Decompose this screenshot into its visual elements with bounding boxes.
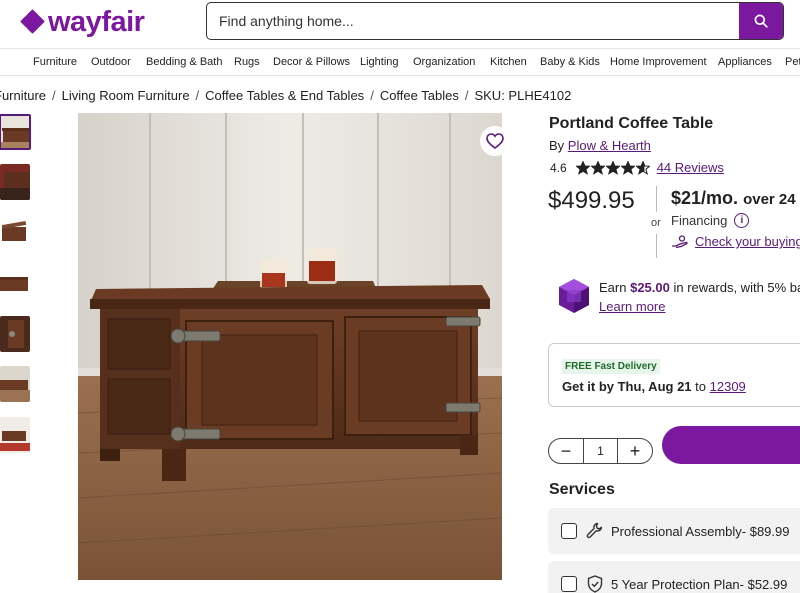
monthly-term: over 24	[743, 191, 796, 208]
nav-item-furniture[interactable]: Furniture	[33, 56, 77, 68]
learn-more-link[interactable]: Learn more	[599, 299, 665, 314]
star-icon	[605, 160, 620, 175]
service-checkbox[interactable]	[561, 576, 577, 592]
free-delivery-badge: FREE Fast Delivery	[562, 359, 660, 374]
nav-item-lighting[interactable]: Lighting	[360, 56, 399, 68]
rewards-rest: in rewards, with 5% bac	[673, 280, 800, 295]
rating-value: 4.6	[550, 160, 567, 175]
header: wayfair	[0, 0, 800, 48]
breadcrumb-sku: SKU: PLHE4102	[474, 88, 572, 103]
search-button[interactable]	[739, 3, 783, 39]
monthly-price: $21/mo. over 24	[671, 188, 796, 209]
thumbnail-2[interactable]	[0, 164, 30, 200]
delivery-date: Get it by Thu, Aug 21 to 12309	[562, 379, 746, 394]
breadcrumb-item[interactable]: Coffee Tables	[380, 88, 459, 103]
nav-item-kitchen[interactable]: Kitchen	[490, 56, 527, 68]
brand-prefix: By	[549, 138, 565, 153]
breadcrumb: Furniture / Living Room Furniture / Coffee T…	[0, 88, 571, 103]
reviews-link[interactable]: 44 Reviews	[657, 160, 724, 175]
search-bar	[206, 2, 784, 40]
delivery-card: FREE Fast Delivery Get it by Thu, Aug 21…	[548, 343, 800, 407]
star-icon	[620, 160, 635, 175]
product-image	[78, 113, 502, 580]
check-buying-label: Check your buying	[695, 234, 800, 249]
breadcrumb-item[interactable]: Furniture	[0, 88, 46, 103]
thumbnail-6[interactable]	[0, 366, 30, 402]
product-brand: By Plow & Hearth	[549, 138, 651, 153]
hand-coins-icon	[672, 235, 688, 248]
logo-text: wayfair	[48, 6, 145, 38]
price-divider	[656, 234, 657, 258]
service-label: 5 Year Protection Plan- $52.99	[611, 576, 788, 592]
monthly-amount: $21/mo.	[671, 188, 739, 208]
nav-item-rugs[interactable]: Rugs	[234, 56, 260, 68]
thumbnail-1[interactable]	[0, 114, 31, 150]
nav-item-decor-pillows[interactable]: Decor & Pillows	[273, 56, 350, 68]
service-label: Professional Assembly- $89.99	[611, 523, 790, 539]
add-to-cart-button[interactable]	[662, 426, 800, 464]
services-heading: Services	[549, 481, 615, 498]
financing-label: Financing	[671, 213, 728, 228]
brand-link[interactable]: Plow & Hearth	[568, 138, 651, 153]
quantity-decrease-button[interactable]: −	[549, 439, 583, 463]
breadcrumb-item[interactable]: Living Room Furniture	[62, 88, 190, 103]
breadcrumb-separator: /	[52, 88, 56, 103]
quantity-stepper: − 1 +	[548, 438, 653, 464]
delivery-to: to	[695, 379, 706, 394]
shield-check-icon	[586, 575, 604, 593]
price-divider	[656, 186, 657, 212]
rewards-text: Earn $25.00 in rewards, with 5% bac	[599, 280, 800, 295]
rewards-amount: $25.00	[630, 280, 670, 295]
zip-code-link[interactable]: 12309	[710, 379, 746, 394]
service-checkbox[interactable]	[561, 523, 577, 539]
nav-item-bedding-bath[interactable]: Bedding & Bath	[146, 56, 222, 68]
service-option-assembly[interactable]: Professional Assembly- $89.99	[548, 508, 800, 554]
quantity-value[interactable]: 1	[583, 439, 618, 463]
info-icon[interactable]: i	[734, 213, 750, 228]
product-price: $499.95	[548, 187, 635, 214]
thumbnail-7[interactable]	[0, 417, 30, 453]
nav-item-home-improvement[interactable]: Home Improvement	[610, 56, 707, 68]
wayfair-logo[interactable]: wayfair	[20, 6, 145, 38]
star-icon	[575, 160, 590, 175]
financing: Financing i	[671, 213, 750, 228]
thumbnail-5[interactable]	[0, 316, 30, 352]
favorite-button[interactable]	[480, 126, 510, 156]
breadcrumb-separator: /	[464, 88, 469, 103]
heart-icon	[486, 133, 504, 149]
service-option-protection[interactable]: 5 Year Protection Plan- $52.99	[548, 561, 800, 593]
category-nav: Furniture Outdoor Bedding & Bath Rugs De…	[0, 48, 800, 76]
rewards-gem-icon	[559, 279, 589, 313]
star-icon	[635, 160, 650, 175]
rating-stars	[575, 160, 651, 175]
thumbnail-3[interactable]	[0, 215, 30, 251]
quantity-increase-button[interactable]: +	[618, 439, 652, 463]
wrench-icon	[586, 522, 604, 540]
breadcrumb-item[interactable]: Coffee Tables & End Tables	[205, 88, 364, 103]
nav-item-appliances[interactable]: Appliances	[718, 56, 772, 68]
search-input[interactable]	[207, 3, 737, 38]
rewards-earn: Earn	[599, 280, 627, 295]
product-title: Portland Coffee Table	[549, 115, 714, 132]
nav-item-outdoor[interactable]: Outdoor	[91, 56, 131, 68]
product-rating: 4.6 44 Reviews	[550, 160, 724, 175]
delivery-date-text: Get it by Thu, Aug 21	[562, 379, 692, 394]
nav-item-baby-kids[interactable]: Baby & Kids	[540, 56, 600, 68]
thumbnail-4[interactable]	[0, 265, 30, 301]
star-icon	[590, 160, 605, 175]
breadcrumb-separator: /	[370, 88, 374, 103]
nav-item-pet[interactable]: Pet	[785, 56, 800, 68]
nav-item-organization[interactable]: Organization	[413, 56, 475, 68]
search-icon	[754, 14, 768, 28]
check-buying-power-link[interactable]: Check your buying	[671, 234, 800, 249]
or-label: or	[651, 217, 661, 229]
breadcrumb-separator: /	[195, 88, 200, 103]
logo-mark-icon	[20, 9, 45, 34]
